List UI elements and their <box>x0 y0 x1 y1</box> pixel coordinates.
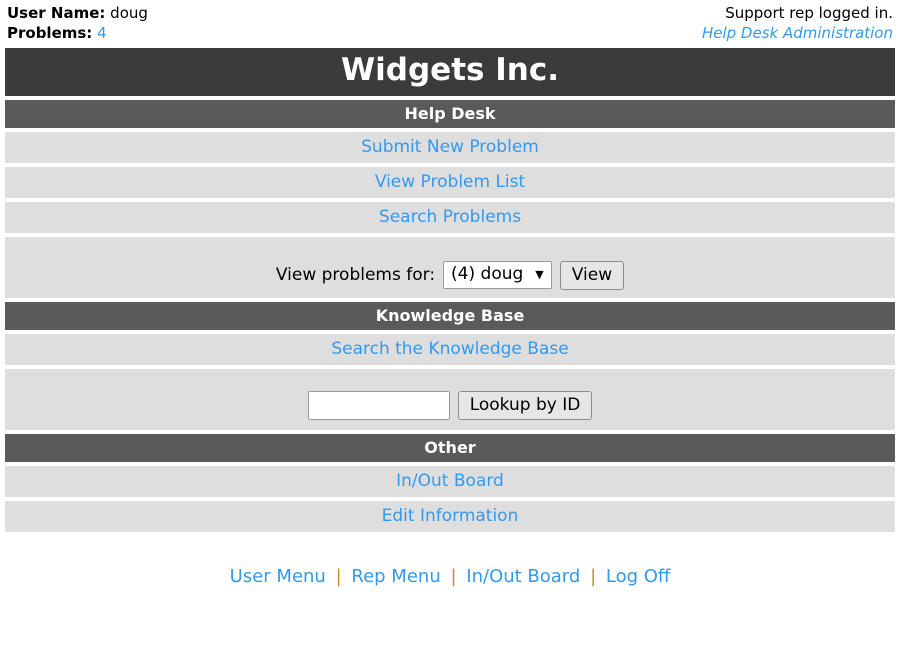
help-desk-page: User Name: doug Problems: 4 Support rep … <box>0 0 900 587</box>
lookup-by-id-form: Lookup by ID <box>5 390 895 420</box>
section-header-knowledge-base: Knowledge Base <box>5 301 895 330</box>
search-knowledge-base-link[interactable]: Search the Knowledge Base <box>331 339 568 359</box>
problems-count-link[interactable]: 4 <box>97 24 107 42</box>
menu-row-search-knowledge-base[interactable]: Search the Knowledge Base <box>5 333 895 365</box>
footer-separator-2: | <box>450 565 457 587</box>
section-header-help-desk: Help Desk <box>5 99 895 128</box>
view-problems-for-row: View problems for: (4) doug ▼ View <box>5 236 895 298</box>
footer-nav: User Menu | Rep Menu | In/Out Board | Lo… <box>5 536 895 587</box>
user-info: User Name: doug Problems: 4 <box>7 3 148 44</box>
menu-row-in-out-board[interactable]: In/Out Board <box>5 465 895 497</box>
top-status-bar: User Name: doug Problems: 4 Support rep … <box>5 0 895 48</box>
user-name-line: User Name: doug <box>7 3 148 23</box>
view-problem-list-link[interactable]: View Problem List <box>375 172 525 192</box>
footer-link-log-off[interactable]: Log Off <box>606 566 670 587</box>
edit-information-link[interactable]: Edit Information <box>382 506 519 526</box>
menu-row-search-problems[interactable]: Search Problems <box>5 201 895 233</box>
submit-new-problem-link[interactable]: Submit New Problem <box>361 137 539 157</box>
page-title: Widgets Inc. <box>5 47 895 96</box>
menu-row-view-problem-list[interactable]: View Problem List <box>5 166 895 198</box>
view-button[interactable]: View <box>559 260 625 290</box>
help-desk-administration-link[interactable]: Help Desk Administration <box>702 24 893 42</box>
admin-link-wrap: Help Desk Administration <box>702 23 893 43</box>
footer-separator-1: | <box>335 565 342 587</box>
problems-line: Problems: 4 <box>7 23 148 43</box>
menu-row-submit-new-problem[interactable]: Submit New Problem <box>5 131 895 163</box>
in-out-board-link[interactable]: In/Out Board <box>396 471 504 491</box>
view-problems-for-selected-value: (4) doug <box>451 263 524 284</box>
view-problems-for-form: View problems for: (4) doug ▼ View <box>5 260 895 290</box>
search-problems-link[interactable]: Search Problems <box>379 207 521 227</box>
footer-link-in-out-board[interactable]: In/Out Board <box>466 566 580 587</box>
footer-link-user-menu[interactable]: User Menu <box>230 566 326 587</box>
menu-row-edit-information[interactable]: Edit Information <box>5 500 895 532</box>
lookup-by-id-button[interactable]: Lookup by ID <box>457 390 593 420</box>
footer-link-rep-menu[interactable]: Rep Menu <box>351 566 440 587</box>
section-header-other: Other <box>5 433 895 462</box>
footer-separator-3: | <box>590 565 597 587</box>
lookup-id-input[interactable] <box>307 390 450 420</box>
chevron-down-icon: ▼ <box>535 268 544 281</box>
lookup-by-id-row: Lookup by ID <box>5 368 895 430</box>
login-status-text: Support rep logged in. <box>725 4 893 22</box>
problems-label: Problems: <box>7 24 93 43</box>
view-problems-for-select[interactable]: (4) doug ▼ <box>443 260 552 290</box>
user-name-value: doug <box>110 4 148 22</box>
view-problems-for-label: View problems for: <box>275 265 436 285</box>
session-info: Support rep logged in. Help Desk Adminis… <box>702 3 893 44</box>
user-name-label: User Name: <box>7 4 106 22</box>
